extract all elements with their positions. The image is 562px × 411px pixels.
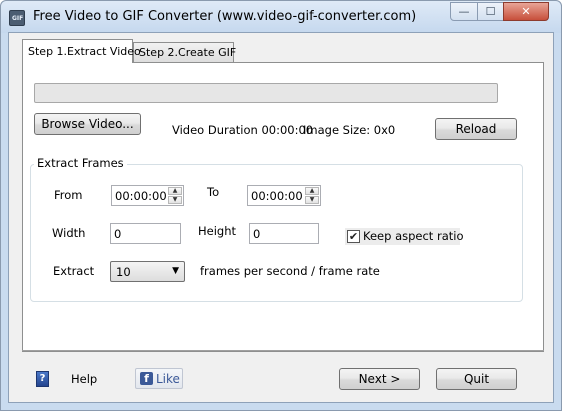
app-window: GIF Free Video to GIF Converter (www.vid… [0, 0, 562, 411]
maximize-button[interactable]: ☐ [477, 2, 504, 21]
video-duration-text: Video Duration 00:00:00 [172, 123, 314, 137]
facebook-icon: f [140, 372, 153, 385]
from-spin-arrows: ▲ ▼ [168, 187, 182, 204]
width-label: Width [52, 226, 86, 240]
to-time-spinner[interactable]: 00:00:00 ▲ ▼ [247, 185, 321, 206]
reload-button[interactable]: Reload [435, 118, 517, 140]
from-label: From [54, 188, 83, 202]
to-spin-down-icon[interactable]: ▼ [305, 196, 319, 204]
from-spin-down-icon[interactable]: ▼ [168, 196, 182, 204]
close-button[interactable]: ✕ [503, 2, 549, 21]
extract-frames-title: Extract Frames [34, 156, 127, 170]
app-icon-text: GIF [12, 15, 24, 22]
frame-rate-select[interactable]: 10 ▼ [110, 261, 185, 282]
app-gif-icon: GIF [9, 10, 25, 26]
title-bar[interactable]: GIF Free Video to GIF Converter (www.vid… [1, 1, 561, 33]
image-size-text: Image Size: 0x0 [303, 123, 396, 137]
extract-progress-bar [34, 83, 498, 103]
height-input[interactable]: 0 [249, 223, 319, 244]
facebook-like-button[interactable]: f Like [135, 368, 183, 389]
window-title: Free Video to GIF Converter (www.video-g… [33, 9, 417, 24]
frame-rate-value: 10 [116, 265, 131, 279]
height-label: Height [198, 224, 237, 238]
help-icon[interactable]: ? [36, 371, 49, 387]
frame-rate-text: frames per second / frame rate [200, 264, 380, 278]
footer-divider [22, 350, 544, 351]
tab-create-gif[interactable]: Step 2.Create GIF [133, 42, 236, 63]
like-label: Like [156, 372, 180, 386]
client-area: Step 1.Extract Video Step 2.Create GIF B… [8, 32, 554, 403]
keep-aspect-checkbox-row[interactable]: ✔ Keep aspect ratio [345, 228, 464, 245]
from-time-spinner[interactable]: 00:00:00 ▲ ▼ [111, 185, 184, 206]
to-spin-arrows: ▲ ▼ [305, 187, 319, 204]
to-label: To [207, 185, 220, 199]
to-time-value: 00:00:00 [251, 189, 303, 203]
browse-video-button[interactable]: Browse Video... [34, 113, 141, 135]
next-button[interactable]: Next > [339, 368, 420, 390]
keep-aspect-label: Keep aspect ratio [363, 229, 464, 243]
help-label[interactable]: Help [71, 372, 97, 386]
from-spin-up-icon[interactable]: ▲ [168, 187, 182, 195]
keep-aspect-checkbox[interactable]: ✔ [347, 230, 360, 243]
extract-label: Extract [53, 264, 95, 278]
tab-extract-video[interactable]: Step 1.Extract Video [22, 39, 141, 63]
quit-button[interactable]: Quit [436, 368, 517, 390]
to-spin-up-icon[interactable]: ▲ [305, 187, 319, 195]
chevron-down-icon: ▼ [172, 266, 179, 276]
width-input[interactable]: 0 [110, 223, 181, 244]
minimize-button[interactable]: — [450, 2, 478, 21]
from-time-value: 00:00:00 [115, 189, 167, 203]
